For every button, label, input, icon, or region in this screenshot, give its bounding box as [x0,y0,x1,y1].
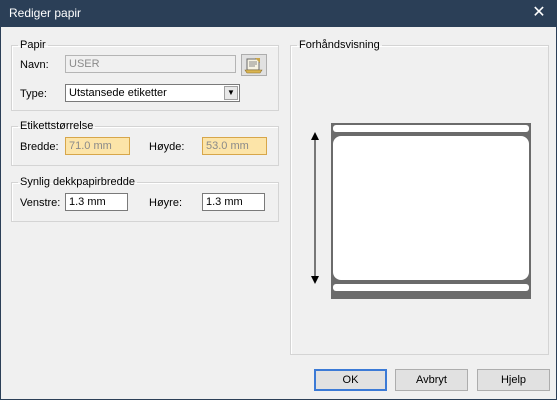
name-label: Navn: [20,59,49,71]
left-field[interactable]: 1.3 mm [65,193,128,211]
help-button[interactable]: Hjelp [477,369,550,391]
ok-button[interactable]: OK [314,369,387,391]
height-field[interactable]: 53.0 mm [202,137,267,155]
arrow-up-icon [311,132,319,140]
arrow-down-icon [311,276,319,284]
width-label: Bredde: [20,141,59,153]
window-title: Rediger papir [9,6,82,20]
close-icon[interactable]: ✕ [528,2,550,24]
browse-paper-button[interactable] [241,54,267,76]
label-edge-top [333,125,529,132]
height-label: Høyde: [149,141,185,153]
type-select-value: Utstansede etiketter [69,87,167,99]
type-label: Type: [20,88,47,100]
chevron-down-icon[interactable]: ▼ [224,86,238,100]
label-edge-bottom [333,284,529,291]
title-bar: Rediger papir ✕ [1,1,556,27]
label-preview [311,123,531,299]
width-field[interactable]: 71.0 mm [65,137,130,155]
left-label: Venstre: [20,197,61,209]
folder-open-icon [244,58,263,74]
cancel-button[interactable]: Avbryt [395,369,468,391]
backing-width-legend: Synlig dekkpapirbredde [20,176,135,188]
label-size-legend: Etikettstørrelse [20,120,94,132]
label-shape [333,136,529,280]
right-field[interactable]: 1.3 mm [202,193,265,211]
right-label: Høyre: [149,197,182,209]
type-select[interactable]: Utstansede etiketter ▼ [65,84,240,102]
paper-group-legend: Papir [20,39,46,51]
preview-legend: Forhåndsvisning [299,39,380,51]
name-field[interactable]: USER [65,55,236,73]
dialog-window: Rediger papir ✕ Papir Navn: USER Type: U… [0,0,557,400]
